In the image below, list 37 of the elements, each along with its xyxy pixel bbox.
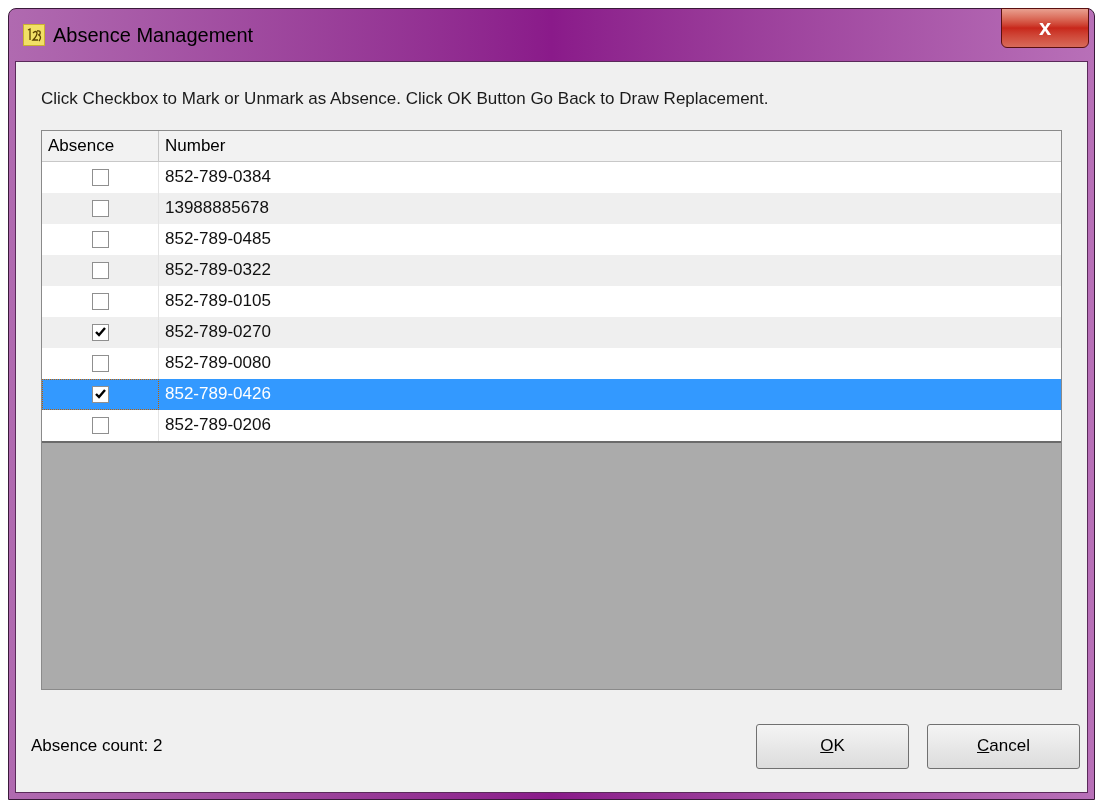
checkbox[interactable] [91,323,109,341]
table-row[interactable]: 852-789-0485 [42,223,1061,255]
checkbox[interactable] [91,261,109,279]
checkbox[interactable] [91,354,109,372]
column-header[interactable]: Number [159,130,1061,161]
phone-number-cell-text: 13988885678 [165,197,269,220]
close-button[interactable]: x [1001,8,1089,48]
checkbox[interactable] [91,416,109,434]
cancel-button[interactable]: Cancel [927,723,1080,769]
table-row[interactable]: 852-789-0270 [42,316,1061,348]
checkbox[interactable] [91,230,109,248]
phone-number-cell-text: 852-789-0080 [165,352,271,375]
phone-number-cell-text: 852-789-0426 [165,383,271,406]
phone-number-cell-text: 852-789-0206 [165,414,271,437]
table-row[interactable]: 852-789-0206 [42,409,1061,441]
table-row[interactable]: 852-789-0105 [42,285,1061,317]
table-row[interactable]: 852-789-0080 [42,347,1061,379]
checkbox[interactable] [92,385,109,403]
table-row[interactable]: 852-789-0322 [42,254,1061,286]
instruction-text: Click Checkbox to Mark or Unmark as Absence. Click OK Button Go Back to Draw Replacement. [41,88,770,110]
checkmark-icon [94,327,106,337]
table-row[interactable]: 13988885678 [42,192,1061,224]
app-logo-icon [23,24,45,46]
phone-number-cell-text: 852-789-0322 [165,259,271,282]
phone-number-cell-text: 852-789-0384 [165,166,271,189]
checkbox[interactable] [91,168,109,186]
checkbox[interactable] [91,199,109,217]
window-title: Absence Management [53,23,254,48]
phone-number-cell-text: 852-789-0270 [165,321,271,344]
phone-number-cell-text: 852-789-0485 [165,228,271,251]
phone-number-cell-text: 852-789-0105 [165,290,271,313]
absence-count-label: Absence count: 2 [31,735,163,758]
table-row[interactable]: 852-789-0384 [42,161,1061,193]
column-header[interactable]: Absence [42,130,159,161]
checkbox[interactable] [91,292,109,310]
ok-button[interactable]: OK [756,723,909,769]
checkmark-icon [95,389,106,399]
